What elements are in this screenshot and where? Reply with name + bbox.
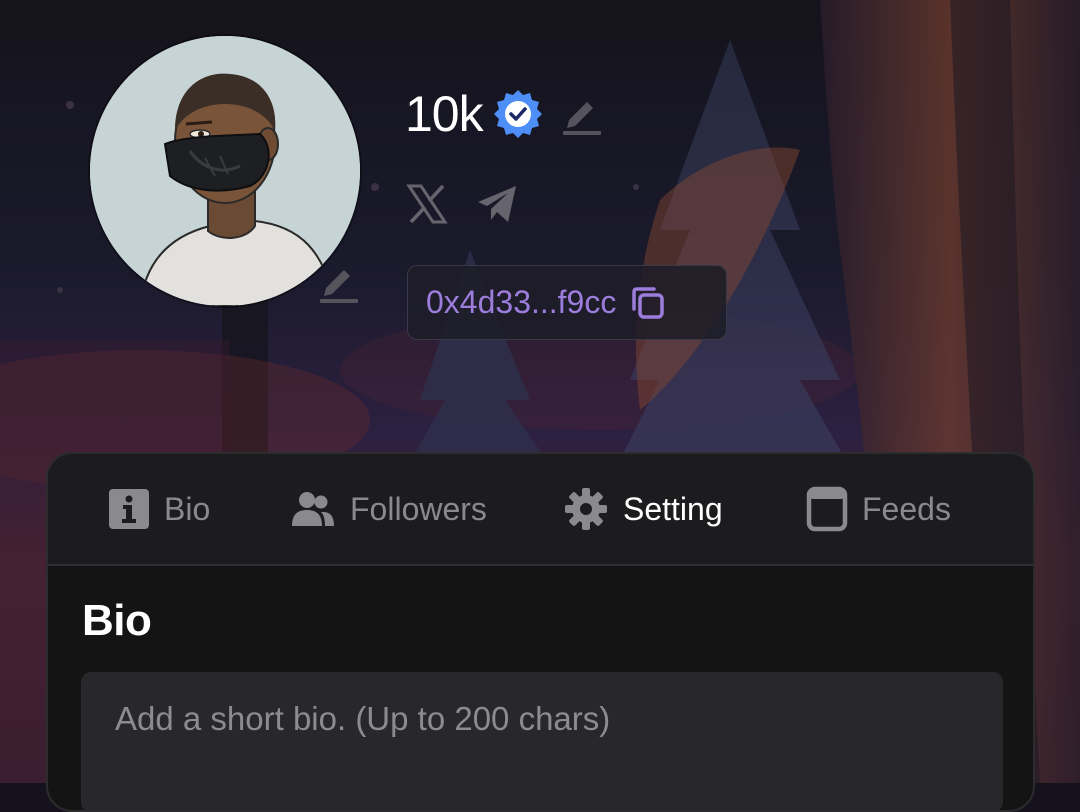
section-title-bio: Bio	[82, 596, 152, 645]
users-icon	[292, 492, 334, 526]
window-icon	[806, 486, 848, 532]
tab-label: Bio	[164, 490, 211, 527]
tab-feeds[interactable]: Feeds	[806, 454, 951, 564]
tab-label: Feeds	[862, 490, 951, 527]
bio-input[interactable]	[81, 672, 1003, 810]
wallet-address: 0x4d33...f9cc	[426, 284, 617, 320]
profile-name-row: 10k	[405, 84, 605, 144]
tab-followers[interactable]: Followers	[290, 454, 487, 564]
username: 10k	[405, 86, 484, 142]
tab-bar: Bio Followers Setting Feeds	[48, 454, 1033, 566]
verified-badge-icon	[493, 90, 542, 138]
copy-icon[interactable]	[628, 283, 668, 323]
info-icon	[109, 489, 149, 529]
x-logo-icon[interactable]	[405, 182, 449, 226]
tab-label: Followers	[350, 490, 487, 527]
edit-name-icon[interactable]	[557, 92, 605, 136]
social-links	[405, 182, 519, 226]
avatar-edit-icon[interactable]	[316, 262, 362, 304]
tab-label: Setting	[623, 490, 723, 527]
profile-panel: Bio Followers Setting Feeds Bio Add a sh…	[46, 452, 1035, 812]
telegram-icon[interactable]	[475, 182, 519, 226]
gear-icon	[565, 488, 607, 530]
tab-bio[interactable]: Bio	[108, 454, 210, 564]
wallet-address-chip[interactable]: 0x4d33...f9cc	[407, 265, 727, 340]
tab-setting[interactable]: Setting	[563, 454, 723, 564]
